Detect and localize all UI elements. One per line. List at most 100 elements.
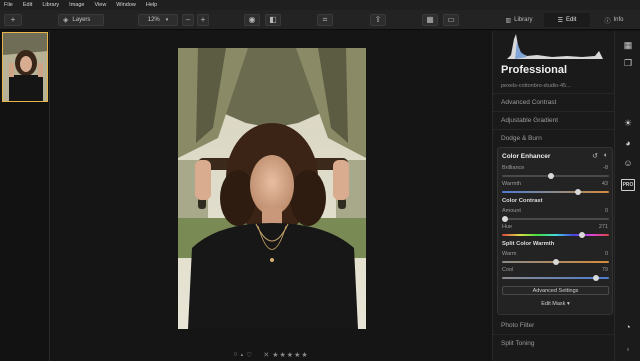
divider — [493, 93, 615, 94]
edit-panel: Professional pexels-cottonbro-studio-45.… — [492, 31, 615, 361]
menu-bar: File Edit Library Image View Window Help — [0, 0, 640, 10]
toggle-icon[interactable]: ◐ — [604, 152, 608, 159]
tab-edit[interactable]: ☰ Edit — [544, 13, 590, 27]
amount-slider[interactable] — [502, 216, 609, 222]
layers-icon: ◈ — [63, 16, 69, 24]
zoom-value: 12% — [147, 17, 160, 23]
advanced-settings-button[interactable]: Advanced Settings — [502, 286, 609, 295]
brilliance-slider[interactable] — [502, 173, 609, 179]
color-contrast-heading: Color Contrast — [502, 198, 543, 204]
tab-library[interactable]: ▥ Library — [496, 13, 542, 27]
divider — [493, 129, 615, 130]
tab-info[interactable]: ⓘ Info — [592, 13, 636, 27]
brilliance-label: Brilliance — [502, 165, 525, 171]
warm-slider[interactable] — [502, 259, 609, 265]
zoom-out-button[interactable]: – — [182, 14, 194, 26]
main-photo — [178, 48, 366, 329]
zoom-in-button[interactable]: + — [197, 14, 209, 26]
palette-icon[interactable]: ◕ — [622, 137, 634, 149]
toolbar: + ◈ Layers 12% ▾ – + ◉ ◧ ⌗ ⇪ ▦ ▭ ▥ Libra… — [0, 10, 640, 30]
cool-slider[interactable] — [502, 275, 609, 281]
reset-icon[interactable]: ↺ — [592, 152, 598, 160]
warm-label: Warm — [502, 251, 517, 257]
divider — [493, 334, 615, 335]
color-enhancer-title: Color Enhancer — [502, 153, 551, 160]
tool-adjustable-gradient[interactable]: Adjustable Gradient — [501, 117, 558, 124]
add-button[interactable]: + — [4, 14, 22, 26]
cool-value: 79 — [601, 267, 608, 273]
preview-button[interactable]: ◉ — [244, 14, 260, 26]
menu-edit[interactable]: Edit — [23, 2, 32, 8]
version-icon: ≡ — [626, 346, 630, 352]
divider — [493, 111, 615, 112]
history-icon[interactable]: ◔ — [622, 321, 634, 333]
minus-icon: – — [185, 15, 191, 24]
grid-view-button[interactable]: ▦ — [422, 14, 438, 26]
plus-icon: + — [200, 15, 206, 24]
flag-icon[interactable]: ○ — [233, 351, 237, 358]
thumbnail-selected[interactable] — [2, 32, 48, 102]
warmth-value: 43 — [601, 181, 608, 187]
tool-dodge-burn[interactable]: Dodge & Burn — [501, 135, 542, 142]
warmth-slider[interactable] — [502, 189, 609, 195]
menu-help[interactable]: Help — [146, 2, 157, 8]
layers-label: Layers — [72, 17, 91, 23]
histogram — [507, 34, 603, 59]
share-button[interactable]: ⇪ — [370, 14, 386, 26]
slider-knob[interactable] — [578, 232, 585, 238]
slider-knob[interactable] — [548, 173, 555, 179]
tool-sidebar: ▦ ❒ ☀ ◕ ☺ PRO ◔ ≡ — [614, 31, 640, 361]
menu-window[interactable]: Window — [116, 2, 136, 8]
cool-label: Cool — [502, 267, 514, 273]
slider-knob[interactable] — [552, 259, 559, 265]
zoom-select[interactable]: 12% ▾ — [138, 14, 178, 26]
share-icon: ⇪ — [374, 15, 382, 24]
hue-slider[interactable] — [502, 232, 609, 238]
image-canvas[interactable] — [51, 31, 491, 361]
slider-knob[interactable] — [574, 189, 581, 195]
library-icon: ▥ — [505, 17, 512, 24]
warmth-label: Warmth — [502, 181, 522, 187]
tool-split-toning[interactable]: Split Toning — [501, 340, 535, 347]
info-icon: ⓘ — [604, 18, 611, 25]
hue-value: 271 — [598, 224, 608, 230]
crop-button[interactable]: ⌗ — [317, 14, 333, 26]
presets-icon[interactable]: ▦ — [622, 39, 634, 51]
warm-value: 0 — [604, 251, 608, 257]
light-icon[interactable]: ☀ — [622, 117, 634, 129]
tool-photo-filter[interactable]: Photo Filter — [501, 322, 534, 329]
portrait-icon[interactable]: ☺ — [622, 157, 634, 169]
grid-icon: ▦ — [426, 15, 434, 24]
heart-icon[interactable]: ♡ — [246, 351, 252, 359]
workspace-title: Professional — [501, 64, 568, 76]
filmstrip — [0, 31, 50, 361]
plus-icon: + — [10, 15, 16, 24]
slider-knob[interactable] — [502, 216, 508, 222]
brilliance-value: -8 — [603, 165, 608, 171]
reject-icon[interactable]: ✕ — [263, 351, 269, 359]
single-view-button[interactable]: ▭ — [443, 14, 459, 26]
eye-icon: ◉ — [248, 15, 256, 24]
tab-info-label: Info — [613, 17, 624, 23]
menu-view[interactable]: View — [94, 2, 106, 8]
edit-mask-button[interactable]: Edit Mask ▾ — [502, 299, 609, 308]
menu-image[interactable]: Image — [69, 2, 84, 8]
chevron-down-icon: ▾ — [165, 17, 169, 23]
amount-value: 0 — [604, 208, 608, 214]
crop-icon: ⌗ — [322, 15, 328, 24]
sliders-icon: ☰ — [557, 17, 564, 24]
star-rating[interactable]: ★★★★★ — [272, 351, 308, 359]
menu-library[interactable]: Library — [42, 2, 59, 8]
chevron-up-icon[interactable]: ▴ — [241, 352, 244, 358]
layers-button[interactable]: ◈ Layers — [58, 14, 104, 26]
menu-file[interactable]: File — [4, 2, 13, 8]
layers-stack-icon[interactable]: ❒ — [622, 57, 634, 69]
slider-knob[interactable] — [592, 275, 599, 281]
tab-library-label: Library — [514, 17, 533, 23]
bottom-bar: ○ ▴ ♡ ✕ ★★★★★ — [51, 348, 491, 361]
compare-button[interactable]: ◧ — [265, 14, 281, 26]
hue-label: Hue — [502, 224, 513, 230]
pro-icon[interactable]: PRO — [621, 179, 635, 191]
tool-advanced-contrast[interactable]: Advanced Contrast — [501, 99, 556, 106]
tab-edit-label: Edit — [566, 17, 577, 23]
